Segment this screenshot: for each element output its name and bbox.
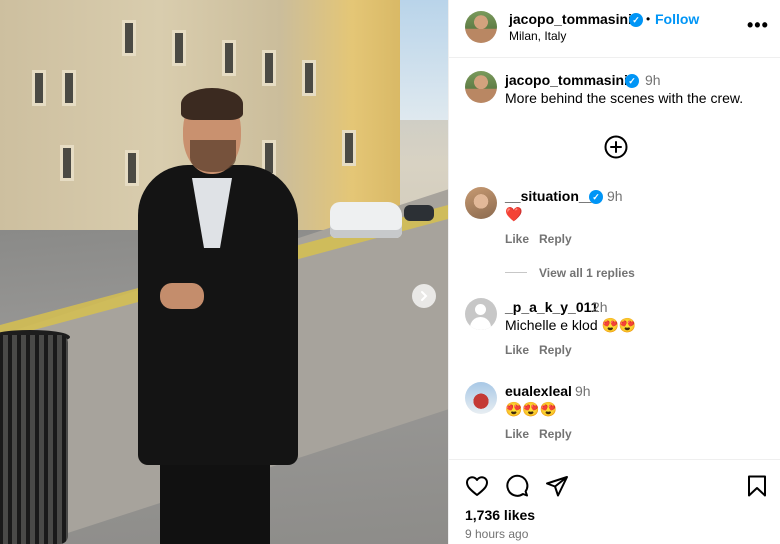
white-car	[330, 202, 402, 238]
caption-text: More behind the scenes with the crew.	[505, 90, 744, 106]
comment-time: 2h	[592, 299, 608, 315]
caption-username[interactable]: jacopo_tommasini	[505, 72, 628, 88]
verified-badge-icon: ✓	[589, 190, 603, 204]
paper-plane-icon[interactable]	[545, 474, 569, 498]
chevron-right-icon	[421, 291, 428, 301]
caption-time: 9h	[645, 72, 661, 88]
like-comment-button[interactable]: Like	[505, 427, 529, 441]
like-comment-button[interactable]: Like	[505, 343, 529, 357]
plus-circle-icon[interactable]	[604, 135, 628, 159]
comment-bubble-icon[interactable]	[505, 474, 529, 498]
post-location[interactable]: Milan, Italy	[509, 29, 566, 43]
separator-dot: •	[646, 12, 651, 26]
author-username[interactable]: jacopo_tommasini	[509, 11, 632, 27]
comment-text: 😍😍😍	[505, 401, 558, 417]
reply-button[interactable]: Reply	[539, 427, 572, 441]
comment-time: 9h	[575, 383, 591, 399]
post-header: jacopo_tommasini ✓ • Follow Milan, Italy…	[449, 0, 780, 58]
heart-icon[interactable]	[465, 474, 489, 498]
like-comment-button[interactable]: Like	[505, 232, 529, 246]
post-side-panel: jacopo_tommasini ✓ • Follow Milan, Italy…	[448, 0, 780, 544]
more-options-icon[interactable]: •••	[747, 15, 769, 36]
verified-badge-icon: ✓	[625, 74, 639, 88]
verified-badge-icon: ✓	[629, 13, 643, 27]
dark-car	[404, 205, 434, 221]
comment-time: 9h	[607, 188, 623, 204]
trash-bin	[0, 335, 68, 544]
replies-divider	[505, 272, 527, 273]
commenter-username[interactable]: eualexleal	[505, 383, 572, 399]
likes-count[interactable]: 1,736 likes	[465, 507, 535, 523]
comment-text: ❤️	[505, 206, 523, 222]
commenter-username[interactable]: __situation__	[505, 188, 594, 204]
next-photo-button[interactable]	[412, 284, 436, 308]
commenter-avatar[interactable]	[465, 382, 497, 414]
reply-button[interactable]: Reply	[539, 343, 572, 357]
reply-button[interactable]: Reply	[539, 232, 572, 246]
caption-avatar[interactable]	[465, 71, 497, 103]
man-hair	[181, 88, 243, 120]
man-hands	[160, 283, 204, 309]
post-time-ago[interactable]: 9 hours ago	[465, 527, 528, 541]
comment-text: Michelle e klod 😍😍	[505, 317, 637, 333]
bookmark-icon[interactable]	[745, 474, 769, 498]
man-beard	[190, 140, 236, 172]
commenter-avatar[interactable]	[465, 298, 497, 330]
view-replies-button[interactable]: View all 1 replies	[539, 266, 635, 280]
commenter-username[interactable]: _p_a_k_y_011	[505, 299, 598, 315]
follow-button[interactable]: Follow	[655, 11, 699, 27]
author-avatar[interactable]	[465, 11, 497, 43]
post-photo[interactable]	[0, 0, 448, 544]
commenter-avatar[interactable]	[465, 187, 497, 219]
